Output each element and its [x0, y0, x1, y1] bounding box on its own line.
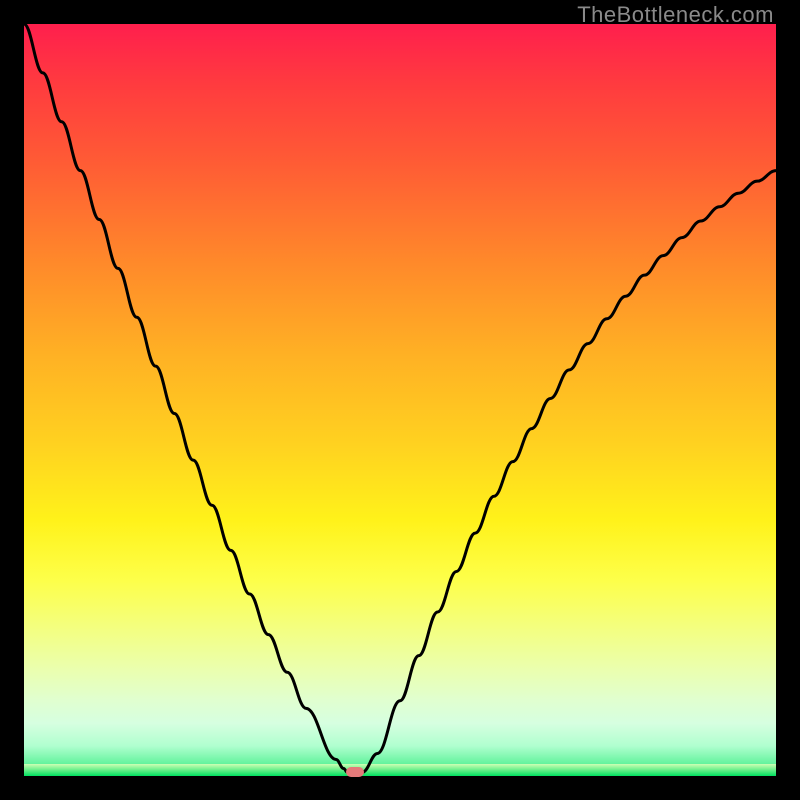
- watermark: TheBottleneck.com: [577, 2, 774, 28]
- plot-area: [24, 24, 776, 776]
- bottleneck-curve: [24, 24, 776, 776]
- optimum-marker: [346, 767, 364, 777]
- frame: TheBottleneck.com: [0, 0, 800, 800]
